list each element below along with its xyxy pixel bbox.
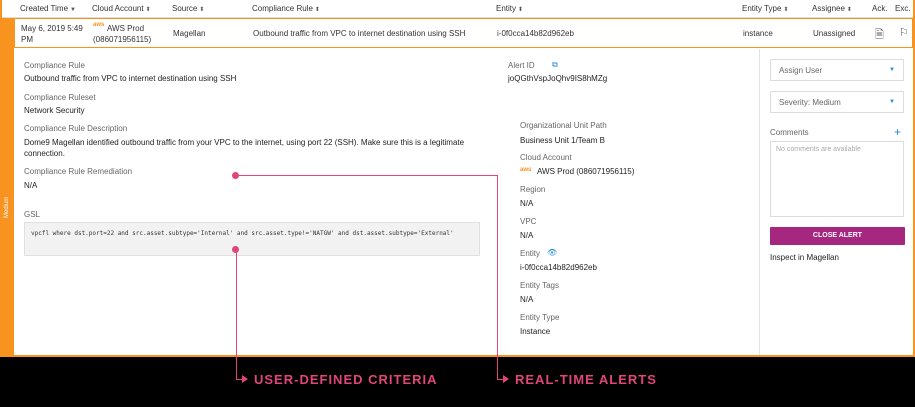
sort-icon: ⬍ (846, 7, 852, 13)
row-entity-type: instance (743, 29, 773, 38)
aws-icon: aws (93, 22, 105, 28)
vpc-value: N/A (520, 231, 534, 240)
header-source[interactable]: Source ⬍ (172, 4, 204, 13)
header-compliance-rule[interactable]: Compliance Rule ⬍ (252, 4, 320, 13)
gsl-code-block: vpcfl where dst.port=22 and src.asset.su… (24, 222, 480, 256)
table-row[interactable]: May 6, 2019 5:49 PM aws AWS Prod (086071… (14, 18, 913, 48)
annotation-line (497, 175, 498, 379)
cloud-account-id: (086071956115) (93, 35, 152, 44)
meta-cloud-account-value: AWS Prod (086071956115) (537, 167, 635, 176)
sort-desc-icon: ▼ (70, 7, 76, 13)
caret-down-icon: ▼ (889, 67, 895, 73)
cloud-account-name: AWS Prod (107, 24, 145, 33)
alert-id-label: Alert ID (508, 61, 535, 70)
alert-id-value: joQGthVspJoQhv9IS8hMZg (508, 74, 608, 83)
close-alert-button[interactable]: CLOSE ALERT (770, 227, 905, 245)
header-created-time[interactable]: Created Time ▼ (20, 4, 76, 13)
add-comment-icon[interactable]: + (894, 125, 901, 139)
gsl-label: GSL (24, 210, 41, 219)
region-label: Region (520, 185, 546, 194)
ruleset-label: Compliance Ruleset (24, 93, 96, 102)
caret-down-icon: ▼ (889, 99, 895, 105)
meta-entity-type-value: Instance (520, 327, 551, 336)
annotation-line (236, 175, 498, 176)
description-value: Dome9 Magellan identified outbound traff… (24, 138, 465, 158)
comments-box[interactable]: No comments are available (770, 141, 904, 217)
entity-tags-label: Entity Tags (520, 281, 559, 290)
user-defined-criteria-label: USER-DEFINED CRITERIA (254, 372, 438, 387)
table-header: Created Time ▼ Cloud Account ⬍ Source ⬍ Com… (2, 0, 913, 18)
eye-icon[interactable]: 👁 (547, 248, 557, 257)
alert-actions-sidebar: Assign User ▼ Severity: Medium ▼ Comment… (759, 49, 913, 355)
comments-label: Comments (770, 128, 809, 137)
sort-icon: ⬍ (199, 7, 205, 13)
remediation-value: N/A (24, 181, 38, 190)
created-time: May 6, 2019 5:49 (21, 24, 83, 33)
severity-bar: Medium (2, 18, 14, 357)
severity-select[interactable]: Severity: Medium ▼ (770, 91, 904, 113)
meta-cloud-account-label: Cloud Account (520, 153, 572, 162)
assign-user-select[interactable]: Assign User ▼ (770, 59, 904, 81)
sort-icon: ⬍ (145, 7, 151, 13)
screenshot-frame: Created Time ▼ Cloud Account ⬍ Source ⬍ Com… (0, 0, 915, 407)
sort-icon: ⬍ (314, 7, 320, 13)
alert-panel: Created Time ▼ Cloud Account ⬍ Source ⬍ Com… (0, 0, 915, 357)
sort-icon: ⬍ (518, 7, 524, 13)
header-cloud-account[interactable]: Cloud Account ⬍ (92, 4, 151, 13)
header-assignee[interactable]: Assignee ⬍ (812, 4, 852, 13)
compliance-rule-value: Outbound traffic from VPC to internet de… (24, 74, 237, 83)
acknowledge-icon[interactable]: 🗎 (875, 26, 884, 45)
header-entity[interactable]: Entity ⬍ (496, 4, 523, 13)
org-unit-label: Organizational Unit Path (520, 121, 607, 130)
arrow-right-icon (503, 375, 509, 383)
org-unit-value: Business Unit 1/Team B (520, 136, 605, 145)
meta-entity-label: Entity (520, 249, 541, 258)
sort-icon: ⬍ (783, 7, 789, 13)
copy-icon[interactable]: ⧉ (552, 60, 558, 70)
entity-tags-value: N/A (520, 295, 534, 304)
inspect-magellan-link[interactable]: Inspect in Magellan (770, 253, 839, 262)
meta-entity-type-label: Entity Type (520, 313, 560, 322)
description-label: Compliance Rule Description (24, 124, 128, 133)
compliance-rule-label: Compliance Rule (24, 61, 85, 70)
vpc-label: VPC (520, 217, 537, 226)
meta-entity-link[interactable]: i-0f0cca14b82d962eb (520, 263, 597, 272)
annotation-line (236, 250, 237, 379)
row-compliance-rule: Outbound traffic from VPC to internet de… (253, 29, 466, 38)
real-time-alerts-label: REAL-TIME ALERTS (515, 372, 657, 387)
created-time-pm: PM (21, 35, 33, 44)
arrow-right-icon (242, 375, 248, 383)
remediation-label: Compliance Rule Remediation (24, 167, 133, 176)
row-entity-link[interactable]: i-0f0cca14b82d962eb (497, 29, 574, 38)
header-ack: Ack. (872, 4, 888, 13)
header-exc: Exc. (895, 4, 911, 13)
header-entity-type[interactable]: Entity Type ⬍ (742, 4, 788, 13)
aws-icon: aws (520, 167, 532, 173)
flag-icon[interactable]: ⚐ (899, 26, 909, 39)
row-assignee: Unassigned (813, 29, 856, 38)
region-value: N/A (520, 199, 534, 208)
ruleset-value: Network Security (24, 106, 85, 115)
row-source: Magellan (173, 29, 206, 38)
